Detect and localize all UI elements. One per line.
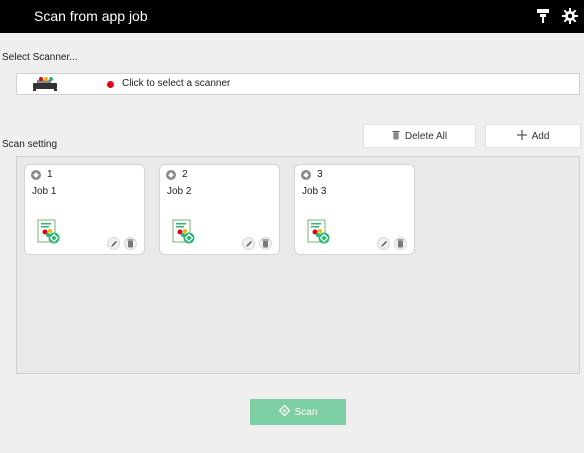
job-name: Job 2 <box>167 186 192 197</box>
job-number: 1 <box>47 169 53 180</box>
delete-all-button[interactable]: Delete All <box>363 124 476 148</box>
trash-icon <box>392 130 400 143</box>
select-scanner-label: Select Scanner... <box>2 52 78 63</box>
job-badge-icon <box>166 170 176 180</box>
job-card[interactable]: 2 Job 2 <box>159 164 280 255</box>
title-bar: Scan from app job <box>0 0 584 33</box>
job-badge-icon <box>301 170 311 180</box>
job-badge-icon <box>31 170 41 180</box>
trash-icon[interactable] <box>259 237 272 250</box>
pencil-icon[interactable] <box>242 237 255 250</box>
scan-document-icon <box>172 219 196 250</box>
job-card[interactable]: 1 Job 1 <box>24 164 145 255</box>
pencil-icon[interactable] <box>377 237 390 250</box>
pencil-icon[interactable] <box>107 237 120 250</box>
job-list-panel: 1 Job 1 2 Job 2 3 Job 3 <box>16 156 580 374</box>
scan-diamond-icon <box>278 404 290 419</box>
job-number: 2 <box>182 169 188 180</box>
scan-setting-label: Scan setting <box>2 139 58 150</box>
job-name: Job 1 <box>32 186 57 197</box>
scan-label: Scan <box>294 406 318 418</box>
app-title: Scan from app job <box>34 8 148 24</box>
scanner-selector[interactable]: Click to select a scanner <box>16 73 580 95</box>
delete-all-label: Delete All <box>404 130 448 142</box>
trash-icon[interactable] <box>124 237 137 250</box>
scan-document-icon <box>37 219 61 250</box>
scanner-status-dot <box>107 81 114 88</box>
scan-document-icon <box>307 219 331 250</box>
add-button[interactable]: Add <box>485 124 581 148</box>
add-label: Add <box>531 130 550 142</box>
scan-button[interactable]: Scan <box>250 399 346 425</box>
scanner-status-icon[interactable] <box>534 7 552 25</box>
job-card[interactable]: 3 Job 3 <box>294 164 415 255</box>
scanner-placeholder: Click to select a scanner <box>122 78 231 89</box>
job-number: 3 <box>317 169 323 180</box>
trash-icon[interactable] <box>394 237 407 250</box>
job-name: Job 3 <box>302 186 327 197</box>
gear-icon[interactable] <box>561 7 579 25</box>
plus-icon <box>516 129 527 143</box>
scanner-icon <box>31 76 59 97</box>
